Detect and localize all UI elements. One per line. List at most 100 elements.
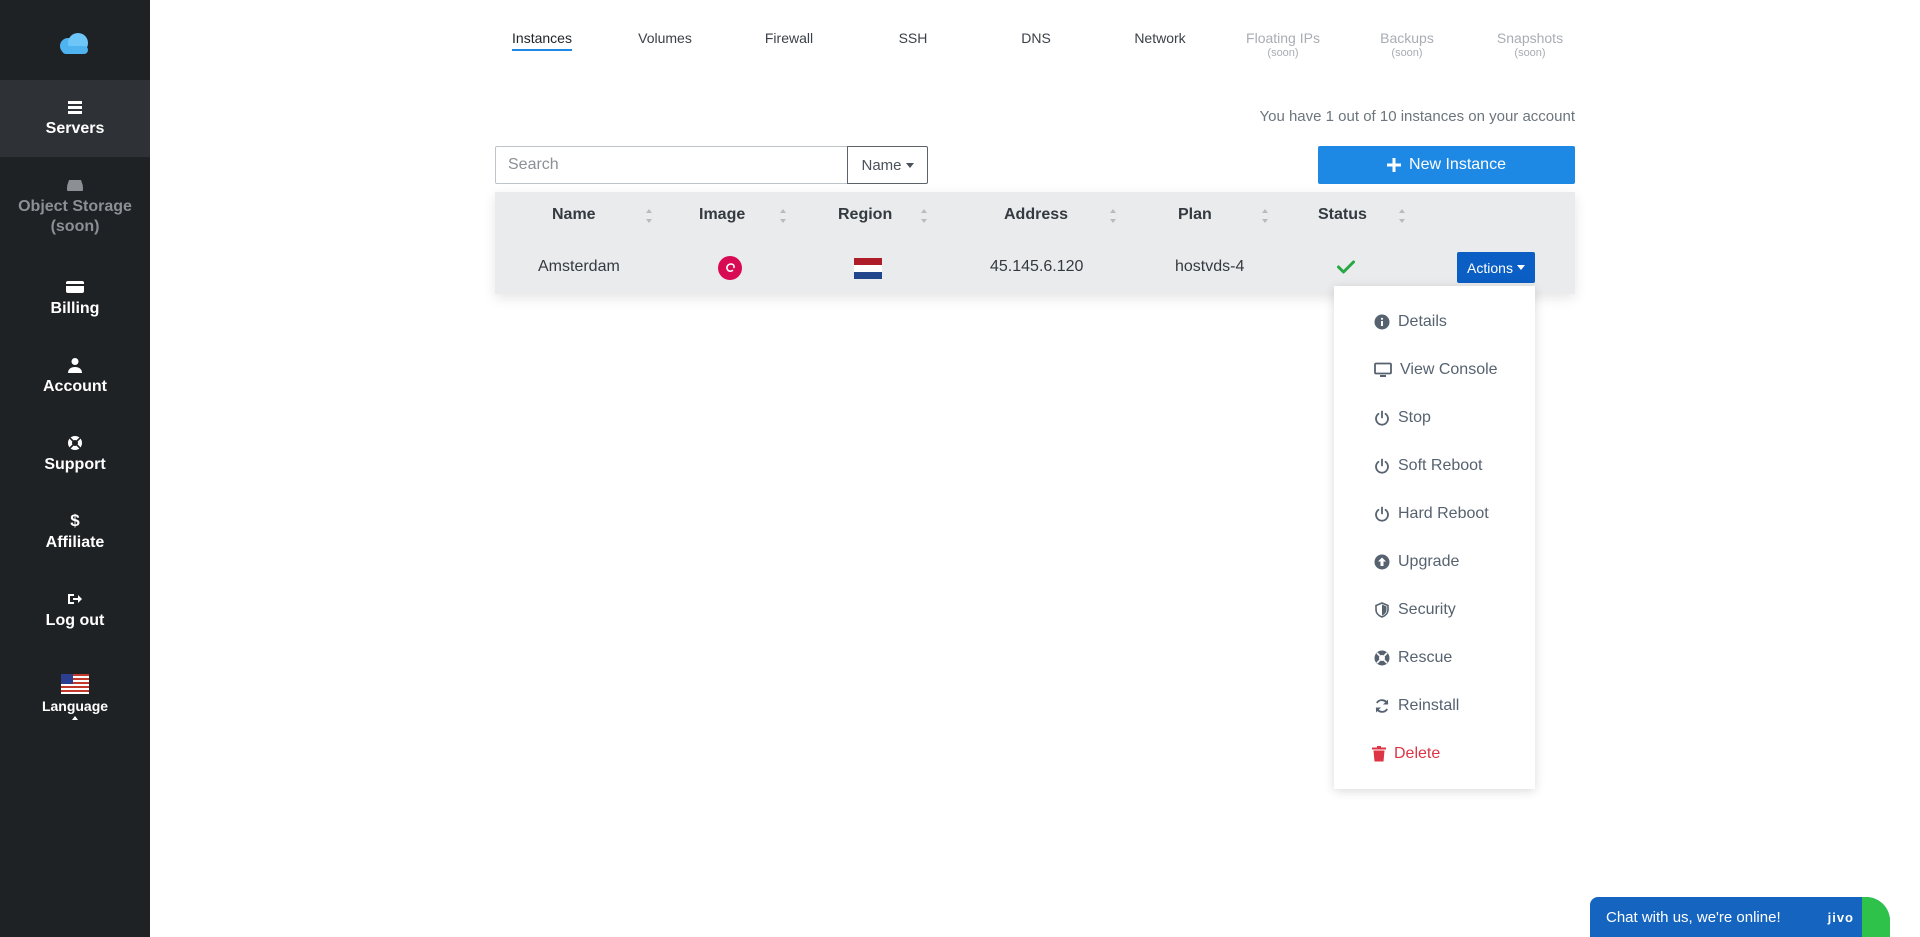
billing-icon (66, 281, 84, 293)
us-flag-icon (61, 674, 89, 694)
sidebar-item-sublabel: (soon) (50, 218, 100, 235)
cell-address: 45.145.6.120 (990, 258, 1084, 275)
actions-label: Actions (1467, 259, 1513, 276)
logout-icon (68, 594, 82, 604)
menu-item-stop[interactable]: Stop (1374, 406, 1431, 430)
sort-icon[interactable] (1109, 208, 1117, 224)
tab-instances[interactable]: Instances (487, 30, 597, 51)
search-filter-dropdown[interactable]: Name (847, 146, 928, 184)
sort-icon[interactable] (1398, 208, 1406, 224)
sidebar-item-label: Object Storage (18, 198, 132, 215)
tab-label: Firewall (764, 30, 814, 46)
menu-item-label: Soft Reboot (1398, 457, 1483, 474)
new-instance-button[interactable]: New Instance (1318, 146, 1575, 184)
sort-icon[interactable] (645, 208, 653, 224)
actions-dropdown-button[interactable]: Actions (1457, 252, 1535, 283)
column-header-image[interactable]: Image (699, 206, 745, 224)
menu-item-label: Hard Reboot (1398, 505, 1489, 522)
sidebar-item-label: Billing (50, 300, 100, 317)
tab-soon-note: (soon) (1267, 47, 1299, 59)
tab-soon-note: (soon) (1391, 47, 1423, 59)
tab-volumes[interactable]: Volumes (610, 30, 720, 46)
tab-label: Volumes (638, 30, 692, 46)
menu-item-view-console[interactable]: View Console (1374, 358, 1498, 382)
chevron-down-icon (1516, 265, 1525, 270)
menu-item-label: Stop (1398, 409, 1431, 426)
column-header-region[interactable]: Region (838, 206, 892, 224)
dollar-icon: $ (70, 511, 80, 530)
menu-item-label: Reinstall (1398, 697, 1460, 714)
menu-item-hard-reboot[interactable]: Hard Reboot (1374, 502, 1489, 526)
sidebar-item-label: Account (43, 378, 107, 395)
filter-label: Name (861, 156, 902, 174)
tab-label: Instances (512, 30, 572, 51)
tab-soon-note: (soon) (1514, 47, 1546, 59)
menu-item-upgrade[interactable]: Upgrade (1374, 550, 1459, 574)
sidebar-item-support[interactable]: Support (0, 434, 150, 474)
tab-ssh[interactable]: SSH (858, 30, 968, 46)
tab-network[interactable]: Network (1105, 30, 1215, 46)
servers-icon (68, 101, 82, 114)
sidebar-item-servers[interactable]: Servers (0, 80, 150, 157)
search-input[interactable] (495, 146, 848, 184)
sidebar-item-label: Servers (45, 120, 105, 137)
debian-icon (718, 256, 742, 280)
menu-item-rescue[interactable]: Rescue (1374, 646, 1452, 670)
sort-icon[interactable] (920, 208, 928, 224)
instances-table: Name Image Region Address Plan Status Am… (495, 192, 1575, 294)
trash-icon (1372, 746, 1386, 762)
menu-item-label: Upgrade (1398, 553, 1460, 570)
plus-icon (1387, 158, 1402, 172)
lifebuoy-icon (1374, 650, 1390, 666)
actions-menu: Details View Console Stop Soft Reboot Ha… (1334, 286, 1535, 789)
sidebar-item-logout[interactable]: Log out (0, 590, 150, 630)
column-header-name[interactable]: Name (552, 206, 596, 224)
sort-icon[interactable] (1261, 208, 1269, 224)
upgrade-icon (1374, 554, 1390, 570)
menu-item-label: Rescue (1398, 649, 1453, 666)
sidebar-item-label: Language (41, 698, 109, 714)
power-icon (1375, 410, 1389, 426)
user-icon (68, 358, 82, 373)
storage-icon (67, 180, 83, 191)
sidebar-item-account[interactable]: Account (0, 356, 150, 396)
cloud-logo-icon[interactable] (56, 33, 92, 55)
chat-widget[interactable]: Chat with us, we're online! jivo (1590, 897, 1890, 937)
menu-item-security[interactable]: Security (1374, 598, 1456, 622)
instance-count-text: You have 1 out of 10 instances on your a… (1259, 108, 1575, 125)
column-header-plan[interactable]: Plan (1178, 206, 1212, 224)
sidebar-item-affiliate[interactable]: $ Affiliate (0, 512, 150, 552)
sort-icon[interactable] (779, 208, 787, 224)
caret-up-icon (72, 716, 78, 720)
menu-item-soft-reboot[interactable]: Soft Reboot (1374, 454, 1483, 478)
menu-item-details[interactable]: Details (1374, 310, 1447, 334)
tab-firewall[interactable]: Firewall (734, 30, 844, 46)
cell-plan: hostvds-4 (1175, 258, 1245, 275)
menu-item-label: View Console (1400, 361, 1498, 378)
menu-item-label: Security (1398, 601, 1456, 618)
tab-dns[interactable]: DNS (981, 30, 1091, 46)
sidebar-item-language[interactable]: Language (0, 674, 150, 720)
power-icon (1375, 458, 1389, 474)
sidebar-item-label: Support (44, 456, 106, 473)
sidebar: Servers Object Storage (soon) Billing Ac… (0, 0, 150, 937)
menu-item-delete[interactable]: Delete (1372, 742, 1440, 766)
tab-label: Network (1134, 30, 1186, 46)
sidebar-item-billing[interactable]: Billing (0, 278, 150, 318)
new-instance-label: New Instance (1409, 156, 1506, 173)
chat-accent (1862, 897, 1890, 937)
column-header-status[interactable]: Status (1318, 206, 1367, 224)
tab-label: SSH (898, 30, 928, 46)
tab-label: Floating IPs (1246, 30, 1320, 46)
chat-brand: jivo (1827, 909, 1854, 925)
shield-icon (1375, 602, 1389, 618)
sidebar-item-label: Affiliate (45, 534, 105, 551)
check-icon (1337, 260, 1355, 274)
menu-item-label: Details (1398, 313, 1447, 330)
menu-item-reinstall[interactable]: Reinstall (1374, 694, 1459, 718)
power-icon (1375, 506, 1389, 522)
support-icon (68, 436, 82, 450)
tab-label: DNS (1021, 30, 1051, 46)
tab-snapshots: Snapshots (soon) (1475, 30, 1585, 59)
column-header-address[interactable]: Address (1004, 206, 1068, 224)
